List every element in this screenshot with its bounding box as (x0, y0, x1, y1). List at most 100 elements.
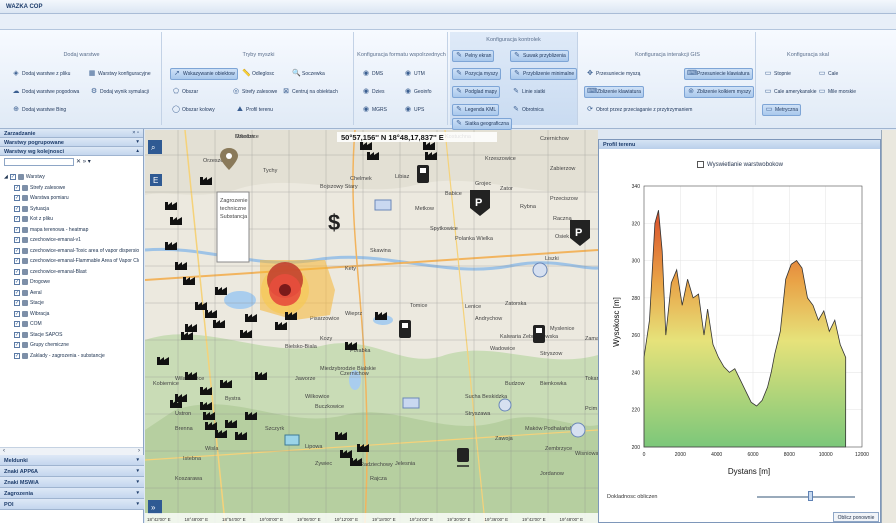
layer-item[interactable]: ✓ mapa terenowa - heatmap (4, 225, 139, 236)
factory-icon[interactable] (357, 444, 369, 452)
overview-map-control-button[interactable]: ✎ Podglad mapy (452, 86, 500, 98)
scroll-left-icon[interactable]: ‹ (3, 448, 5, 454)
factory-icon[interactable] (245, 314, 257, 322)
fullscreen-control-button[interactable]: ✎ Pelny ekran (452, 50, 495, 62)
factory-icon[interactable] (165, 242, 177, 250)
min-zoom-control-button[interactable]: ✎ Przyblizenie minimalne (510, 68, 578, 80)
section-management[interactable]: Zarzadzanie × ▫ (0, 129, 143, 138)
area-mode-button[interactable]: ⬠ Obszar (170, 86, 200, 98)
factory-icon[interactable] (170, 400, 182, 408)
recalculate-button[interactable]: Oblicz ponownie (833, 512, 879, 522)
keyboard-zoom-button[interactable]: ⌨ Zblizenie klawiatura (584, 86, 644, 98)
add-layer-file-button[interactable]: ◈ Dodaj warstwe z pliku (10, 68, 72, 80)
circle-area-mode-button[interactable]: ◯ Obszar kolowy (170, 104, 217, 116)
ups-format-button[interactable]: ◉ UPS (402, 104, 426, 116)
checkbox[interactable]: ✓ (9, 174, 16, 181)
utm-format-button[interactable]: ◉ UTM (402, 68, 427, 80)
layer-checkbox[interactable]: ✓ (14, 205, 20, 212)
layer-item[interactable]: ✓ Kot z pliku (4, 214, 139, 225)
layer-item[interactable]: ✓ czechowice-emanal-v1 (4, 235, 139, 246)
layer-checkbox[interactable]: ✓ (14, 268, 20, 275)
accuracy-slider[interactable] (757, 496, 855, 498)
scale-us-inches-button[interactable]: ▭ Cale amerykanskie (762, 86, 819, 98)
center-objects-button[interactable]: ⊠ Centruj na obiektach (280, 86, 340, 98)
add-simulation-button[interactable]: ⚙ Dodaj wynik symulacji (88, 86, 151, 98)
layer-item[interactable]: ✓ Stacje SAPOS (4, 330, 139, 341)
layer-checkbox[interactable]: ✓ (14, 300, 20, 307)
factory-icon[interactable] (255, 372, 267, 380)
expand-icon[interactable]: ▾ (136, 457, 139, 463)
factory-icon[interactable] (157, 357, 169, 365)
compass-e-icon[interactable]: E (153, 176, 158, 185)
distance-mode-button[interactable]: 📏 Odleglosc (240, 68, 276, 80)
layer-item[interactable]: ✓ Zaklady - zagrozenia - substancje (4, 351, 139, 362)
poi-circle-icon[interactable] (532, 262, 548, 278)
poi-bus-icon[interactable] (374, 199, 392, 211)
factory-icon[interactable] (205, 310, 217, 318)
expand-icon[interactable]: ▾ (136, 479, 139, 485)
layer-checkbox[interactable]: ✓ (14, 321, 20, 328)
expand-icon[interactable]: ▾ (136, 139, 139, 145)
scale-metric-button[interactable]: ▭ Metryczna (762, 104, 802, 116)
map-view[interactable]: MikolowOrzeszeTychyBojszowy StaryKostuch… (145, 130, 598, 523)
scale-nautical-button[interactable]: ▭ Mile morskie (816, 86, 858, 98)
panel-section[interactable]: POI ▾ (0, 499, 144, 510)
layer-item[interactable]: ✓ czechowice-emanal-Flammable Area of Vap… (4, 256, 139, 267)
geo-grid-control-button[interactable]: ✎ Siatka geograficzna (452, 118, 512, 130)
layer-checkbox[interactable]: ✓ (14, 226, 20, 233)
section-ordered-layers[interactable]: Warstwy wg kolejnosci ▴ (0, 147, 143, 156)
layer-checkbox[interactable]: ✓ (14, 289, 20, 296)
layer-item[interactable]: ✓ Warstwa pomiaru (4, 193, 139, 204)
layer-checkbox[interactable]: ✓ (14, 258, 20, 265)
scale-degrees-button[interactable]: ▭ Stopnie (762, 68, 793, 80)
factory-icon[interactable] (175, 262, 187, 270)
factory-icon[interactable] (165, 202, 177, 210)
config-layers-button[interactable]: ▦ Warstwy konfiguracyjne (86, 68, 153, 80)
scale-inches-button[interactable]: ▭ Cale (816, 68, 840, 80)
poi-circle-icon[interactable] (570, 422, 586, 438)
factory-icon[interactable] (220, 380, 232, 388)
accuracy-slider-thumb[interactable] (808, 491, 813, 501)
fuel-station-icon[interactable] (399, 320, 411, 338)
factory-icon[interactable] (335, 432, 347, 440)
zones-mode-button[interactable]: ◎ Strefy zalesowe (230, 86, 279, 98)
mouse-pan-button[interactable]: ✥ Przesuniecie myszą (584, 68, 642, 80)
keyboard-pan-button[interactable]: ⌨ Przesuniecie klawiatura (684, 68, 753, 80)
factory-icon[interactable] (285, 312, 297, 320)
factory-icon[interactable] (215, 430, 227, 438)
factory-icon[interactable] (423, 142, 435, 150)
factory-icon[interactable] (245, 412, 257, 420)
layer-item[interactable]: ✓ Sytuacja (4, 204, 139, 215)
factory-icon[interactable] (213, 320, 225, 328)
expand-icon[interactable]: ▾ (136, 501, 139, 507)
chemical-hazard-zone[interactable] (260, 260, 335, 320)
expand-overview-icon[interactable]: » (151, 503, 156, 512)
scroll-right-icon[interactable]: › (138, 448, 140, 454)
layer-item[interactable]: ✓ Aeral (4, 288, 139, 299)
kml-legend-control-button[interactable]: ✎ Legenda KML (452, 104, 500, 116)
dms-format-button[interactable]: ◉ DMS (360, 68, 385, 80)
rotator-control-button[interactable]: ✎ Obrotnica (510, 104, 546, 116)
zoom-slider-control-button[interactable]: ✎ Suwak przyblizenia (510, 50, 569, 62)
factory-icon[interactable] (185, 324, 197, 332)
poi-circle-icon[interactable] (498, 398, 512, 412)
fuel-station-icon[interactable] (533, 325, 545, 343)
layer-checkbox[interactable]: ✓ (14, 342, 20, 349)
layer-checkbox[interactable]: ✓ (14, 216, 20, 223)
panel-section[interactable]: Zagrozenia ▾ (0, 488, 144, 499)
factory-icon[interactable] (205, 422, 217, 430)
factory-icon[interactable] (375, 312, 387, 320)
lens-mode-button[interactable]: 🔍 Soczewka (290, 68, 327, 80)
layer-item[interactable]: ✓ Drogowe (4, 277, 139, 288)
factory-icon[interactable] (215, 287, 227, 295)
factory-icon[interactable] (203, 412, 215, 420)
factory-icon[interactable] (195, 302, 207, 310)
add-bing-layer-button[interactable]: ⊕ Dodaj warstwe Bing (10, 104, 68, 116)
factory-icon[interactable] (225, 420, 237, 428)
factory-icon[interactable] (235, 432, 247, 440)
layer-item[interactable]: ✓ czechowice-emanal-Toxic area of vapor d… (4, 246, 139, 257)
factory-icon[interactable] (367, 152, 379, 160)
layer-checkbox[interactable]: ✓ (14, 279, 20, 286)
layer-checkbox[interactable]: ✓ (14, 247, 20, 254)
layer-checkbox[interactable]: ✓ (14, 237, 20, 244)
